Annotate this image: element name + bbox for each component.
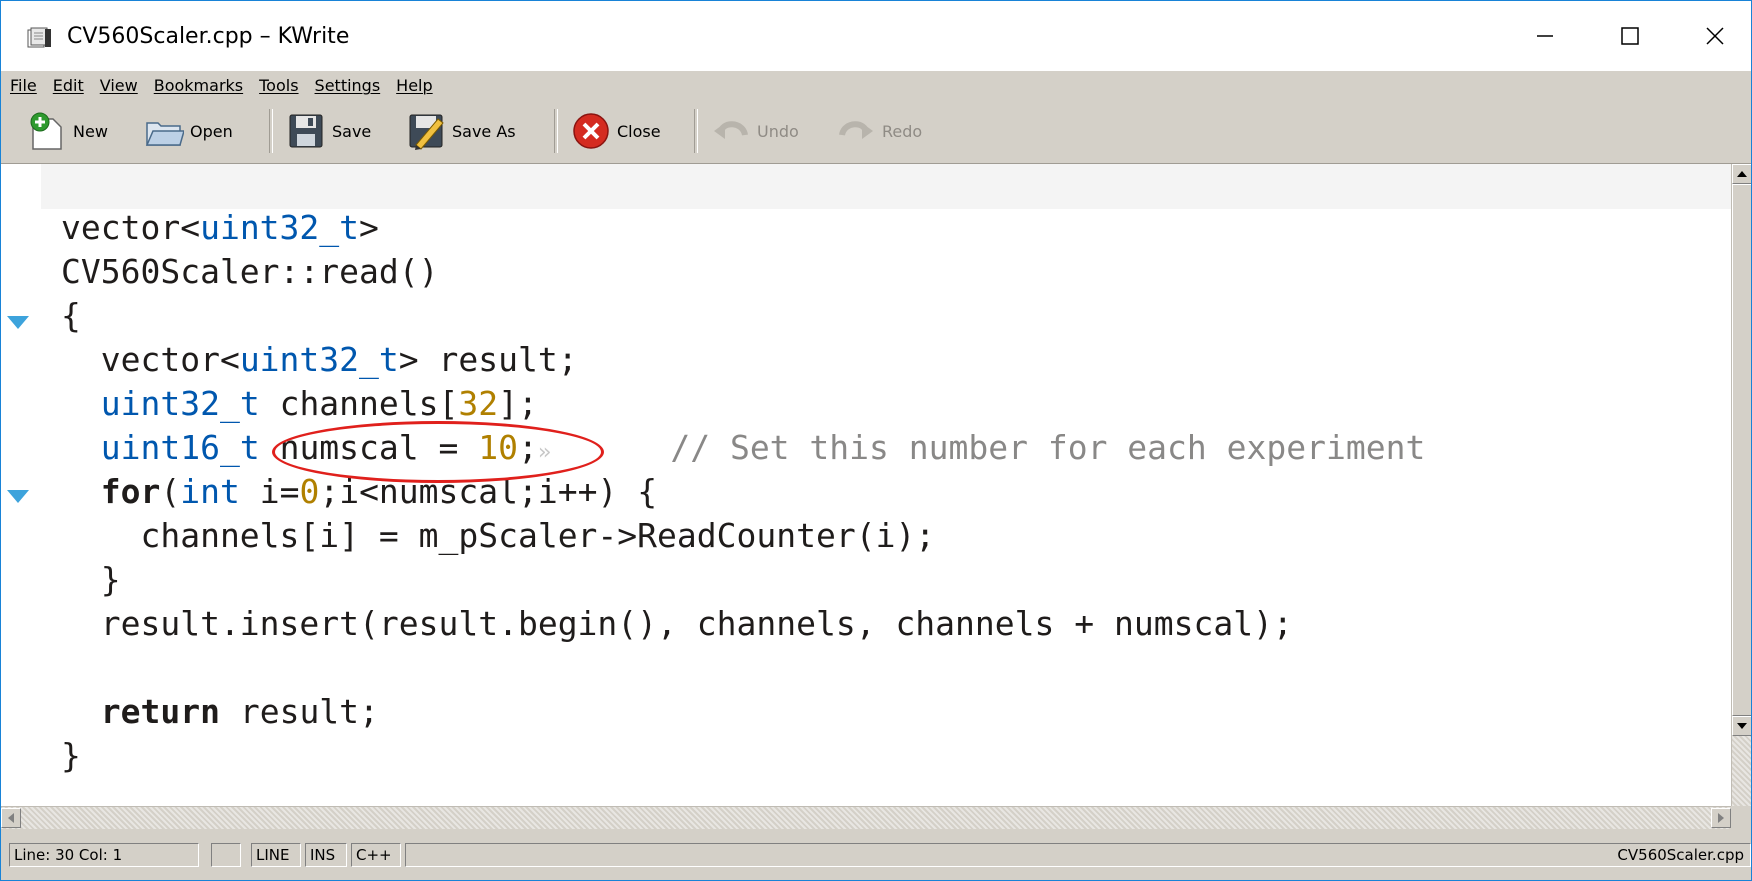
menu-tools[interactable]: Tools xyxy=(259,76,298,95)
scrollbar-corner xyxy=(1731,806,1751,828)
status-bar: Line: 30 Col: 1 LINE INS C++ CV560Scaler… xyxy=(1,829,1751,880)
annotation-ellipse xyxy=(272,421,604,483)
scroll-right-button[interactable] xyxy=(1711,808,1731,828)
save-label: Save xyxy=(332,121,372,141)
fold-marker-icon[interactable] xyxy=(7,490,29,503)
new-button[interactable]: New xyxy=(27,111,108,151)
open-button[interactable]: Open xyxy=(144,111,233,151)
close-label: Close xyxy=(617,121,661,141)
horizontal-scrollbar[interactable] xyxy=(1,806,1731,829)
redo-arrow-icon xyxy=(839,121,873,139)
minimize-button[interactable] xyxy=(1506,1,1584,71)
save-as-pencil-icon xyxy=(409,114,444,150)
scroll-down-button[interactable] xyxy=(1732,716,1751,736)
toolbar-separator xyxy=(269,109,273,153)
close-icon xyxy=(1706,27,1724,45)
title-bar: CV560Scaler.cpp – KWrite xyxy=(1,1,1751,71)
menu-edit[interactable]: Edit xyxy=(53,76,84,95)
undo-button[interactable]: Undo xyxy=(711,111,799,151)
toolbar-separator xyxy=(554,109,558,153)
menu-file[interactable]: File xyxy=(10,76,37,95)
redo-button[interactable]: Redo xyxy=(836,111,922,151)
code-editor[interactable]: vector<uint32_t> CV560Scaler::read() { v… xyxy=(1,164,1731,806)
close-circle-icon xyxy=(573,113,609,149)
selection-mode[interactable]: LINE xyxy=(251,843,301,867)
fold-marker-icon[interactable] xyxy=(7,316,29,329)
floppy-disk-icon xyxy=(289,114,323,148)
kwrite-window: CV560Scaler.cpp – KWrite File Edit View … xyxy=(0,0,1752,881)
new-document-icon xyxy=(30,112,62,150)
modified-indicator xyxy=(211,843,241,867)
menu-help[interactable]: Help xyxy=(396,76,432,95)
scroll-up-button[interactable] xyxy=(1732,164,1751,184)
maximize-icon xyxy=(1621,27,1639,45)
toolbar-separator xyxy=(694,109,698,153)
code-line: CV560Scaler::read() xyxy=(61,252,439,291)
window-title: CV560Scaler.cpp – KWrite xyxy=(67,24,350,49)
code-line: } xyxy=(61,560,121,599)
menu-bar: File Edit View Bookmarks Tools Settings … xyxy=(1,71,1751,99)
code-line: uint32_t channels[32]; xyxy=(100,384,538,423)
code-line: vector<uint32_t> result; xyxy=(61,340,578,379)
file-name: CV560Scaler.cpp xyxy=(405,843,1751,867)
code-line: uint16_t numscal = 10;» // Set this numb… xyxy=(100,428,1426,467)
menu-view[interactable]: View xyxy=(100,76,138,95)
close-window-button[interactable] xyxy=(1676,1,1751,71)
menu-settings[interactable]: Settings xyxy=(315,76,381,95)
vertical-scrollbar[interactable] xyxy=(1731,164,1751,806)
code-line: channels[i] = m_pScaler->ReadCounter(i); xyxy=(61,516,936,555)
maximize-button[interactable] xyxy=(1591,1,1669,71)
open-label: Open xyxy=(190,121,233,141)
code-line: vector<uint32_t> xyxy=(61,208,379,247)
arrow-right-icon xyxy=(1718,813,1724,823)
save-button[interactable]: Save xyxy=(286,111,371,151)
syntax-mode[interactable]: C++ xyxy=(351,843,401,867)
arrow-down-icon xyxy=(1737,723,1747,729)
cursor-position: Line: 30 Col: 1 xyxy=(9,843,199,867)
save-as-label: Save As xyxy=(452,121,516,141)
fold-gutter xyxy=(1,164,41,806)
undo-arrow-icon xyxy=(714,121,748,139)
menu-bookmarks[interactable]: Bookmarks xyxy=(154,76,243,95)
arrow-left-icon xyxy=(8,813,14,823)
open-folder-icon xyxy=(145,122,184,146)
current-line-highlight xyxy=(1,164,1731,209)
scroll-thumb[interactable] xyxy=(1732,184,1751,716)
save-as-button[interactable]: Save As xyxy=(406,111,516,151)
main-toolbar: New Open Save Save As Close Undo Redo xyxy=(1,99,1751,164)
arrow-up-icon xyxy=(1737,171,1747,177)
code-line: return result; xyxy=(100,692,379,731)
kwrite-app-icon xyxy=(27,27,51,48)
new-label: New xyxy=(73,121,108,141)
minimize-icon xyxy=(1537,35,1553,37)
code-line: } xyxy=(61,736,81,775)
undo-label: Undo xyxy=(757,121,799,141)
code-line: { xyxy=(61,296,81,335)
insert-mode[interactable]: INS xyxy=(305,843,347,867)
close-document-button[interactable]: Close xyxy=(571,111,661,151)
code-line: result.insert(result.begin(), channels, … xyxy=(61,604,1293,643)
redo-label: Redo xyxy=(882,121,923,141)
scroll-left-button[interactable] xyxy=(1,808,21,828)
